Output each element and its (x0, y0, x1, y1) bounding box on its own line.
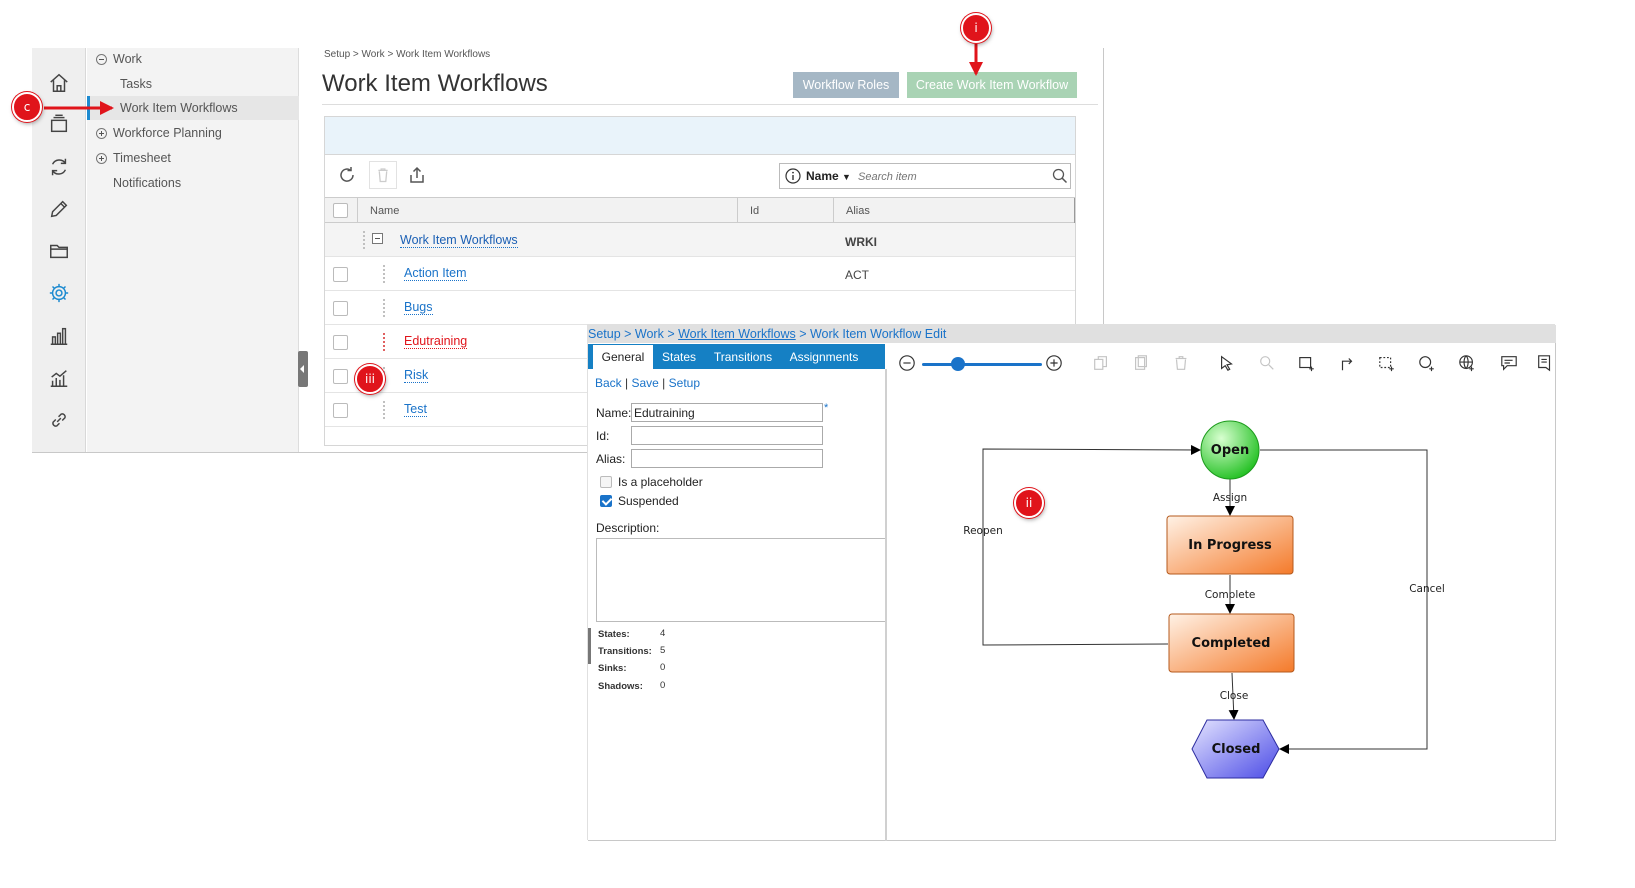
annotation-badge-c: c (12, 92, 42, 122)
annotation-badge-ii: ii (1014, 488, 1044, 518)
annotation-badge-iii: iii (355, 364, 385, 394)
annotation-badge-i: i (961, 13, 991, 43)
annotation-arrows (44, 44, 983, 115)
